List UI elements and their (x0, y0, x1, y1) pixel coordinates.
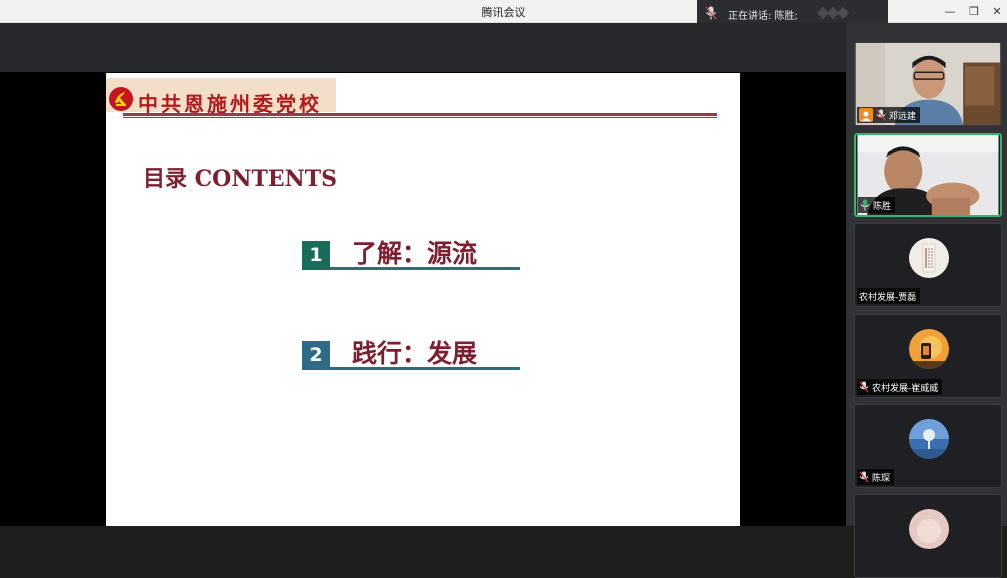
header-rule (123, 113, 717, 116)
participant-tile[interactable]: 陈琛 (854, 404, 1002, 488)
participant-avatar (909, 238, 949, 278)
item-label: 践行：发展 (352, 339, 478, 368)
mic-muted-icon (859, 381, 869, 393)
item-number-badge: 1 (302, 241, 330, 270)
participant-list[interactable]: 邓远建 陈胜 农村发展-贾磊 农村发展-崔威威 陈琛 (846, 23, 1007, 578)
participant-avatar (909, 419, 949, 459)
participant-namebar: 陈胜 (858, 197, 896, 213)
participant-name: 陈胜 (873, 201, 892, 212)
participant-tile[interactable] (854, 494, 1002, 578)
participant-namebar: 农村发展-贾磊 (857, 288, 921, 304)
participant-namebar: 陈琛 (857, 469, 895, 485)
participant-tile[interactable]: 邓远建 (854, 42, 1002, 126)
mic-muted-icon (876, 109, 886, 121)
top-toolbar-area (0, 23, 846, 72)
item-underline (330, 367, 520, 370)
participant-tile[interactable]: 农村发展-贾磊 (854, 223, 1002, 307)
contents-item-2: 2 践行：发展 (302, 334, 522, 370)
participant-avatar (909, 509, 949, 549)
participant-tile-active-speaker[interactable]: 陈胜 (854, 133, 1002, 217)
item-underline (330, 267, 520, 270)
participant-name: 农村发展-崔威威 (872, 383, 939, 394)
mic-speaking-icon (705, 6, 717, 20)
participant-namebar: 农村发展-崔威威 (857, 379, 943, 395)
contents-item-1: 1 了解：源流 (302, 234, 522, 270)
close-button[interactable]: ✕ (984, 0, 1007, 23)
participant-namebar: 邓远建 (857, 107, 921, 123)
party-emblem-icon (109, 87, 133, 111)
participant-name: 邓远建 (889, 111, 917, 122)
speaking-text: 正在讲话: 陈胜; (728, 11, 798, 22)
minimize-button[interactable]: — (937, 0, 963, 23)
participant-avatar (909, 329, 949, 369)
contents-heading: 目录 CONTENTS (143, 166, 337, 192)
header-rule-thin (123, 117, 717, 118)
watermark-icon (817, 7, 849, 19)
participant-name: 农村发展-贾磊 (859, 292, 917, 303)
participant-tile[interactable]: 农村发展-崔威威 (854, 314, 1002, 398)
mic-muted-icon (859, 471, 869, 483)
logo-banner: 中共恩施州委党校 (106, 78, 336, 116)
participant-name: 陈琛 (872, 473, 891, 484)
host-icon (859, 108, 873, 122)
item-number-badge: 2 (302, 341, 330, 370)
presentation-slide: 中共恩施州委党校 目录 CONTENTS 1 了解：源流 2 践行：发展 (106, 73, 740, 526)
mic-active-icon (860, 199, 870, 211)
item-label: 了解：源流 (352, 239, 478, 268)
